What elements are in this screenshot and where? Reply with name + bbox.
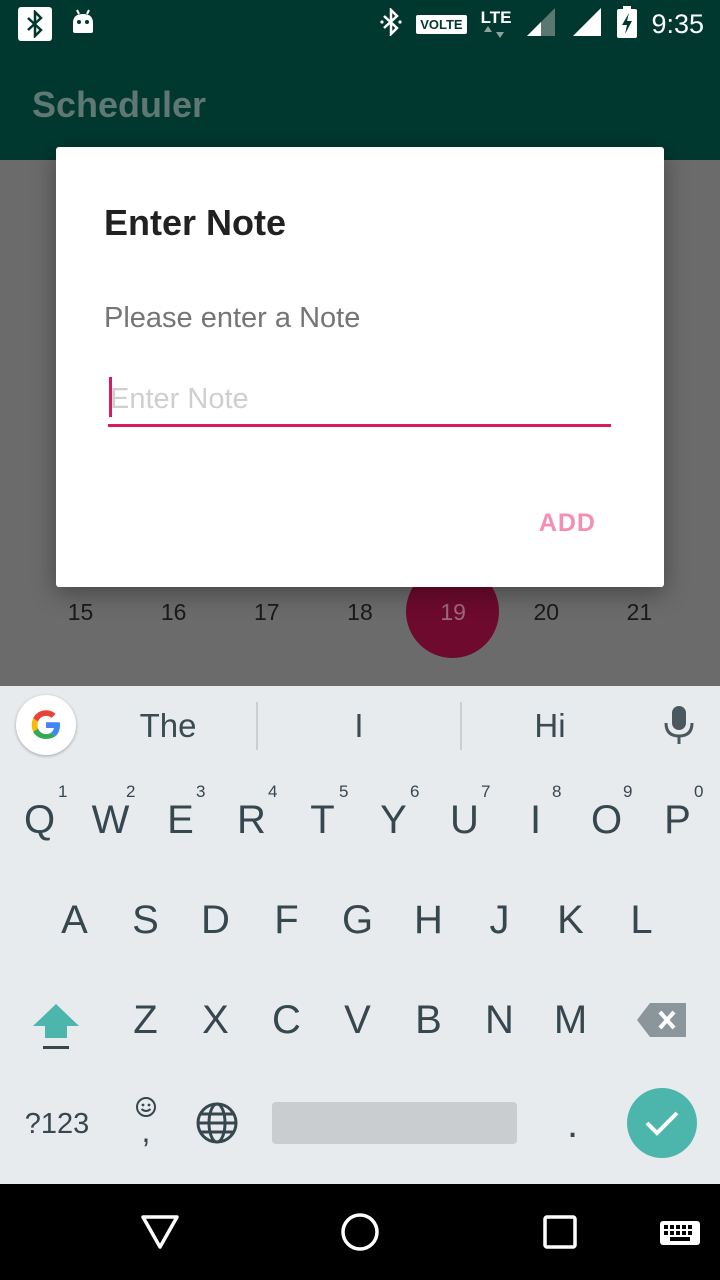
- suggestion-item[interactable]: I: [258, 686, 460, 766]
- key-v[interactable]: V: [322, 980, 393, 1060]
- bluetooth-icon: [380, 6, 402, 40]
- note-input[interactable]: [108, 375, 611, 427]
- enter-note-dialog: Enter Note Please enter a Note ADD: [56, 147, 664, 587]
- emoji-comma-key[interactable]: ,: [126, 1096, 166, 1156]
- key-hint: 4: [268, 782, 278, 801]
- keyboard: Q W E R T Y U I O P 1 2 3 4 5 6 7 8 9 0 …: [0, 766, 720, 1184]
- android-icon: [70, 9, 96, 39]
- period-key[interactable]: .: [537, 1084, 608, 1164]
- key-j[interactable]: J: [464, 880, 535, 960]
- home-icon[interactable]: [340, 1212, 380, 1256]
- backspace-icon[interactable]: [626, 980, 697, 1060]
- bluetooth-icon: [18, 7, 52, 41]
- key-b[interactable]: B: [393, 980, 464, 1060]
- check-icon: [645, 1111, 679, 1136]
- signal-icon: [571, 6, 603, 42]
- key-h[interactable]: H: [393, 880, 464, 960]
- text-cursor: [109, 377, 112, 417]
- shift-key[interactable]: [20, 980, 91, 1060]
- navigation-bar: [0, 1184, 720, 1280]
- clock: 9:35: [651, 8, 704, 39]
- key-a[interactable]: A: [39, 880, 110, 960]
- calendar-day[interactable]: 21: [593, 597, 686, 627]
- calendar-day[interactable]: 17: [220, 597, 313, 627]
- key-hint: 2: [126, 782, 136, 801]
- suggestion-item[interactable]: The: [80, 686, 256, 766]
- dialog-message: Please enter a Note: [104, 302, 361, 334]
- key-m[interactable]: M: [535, 980, 606, 1060]
- key-n[interactable]: N: [464, 980, 535, 1060]
- key-k[interactable]: K: [535, 880, 606, 960]
- microphone-icon[interactable]: [662, 704, 696, 750]
- globe-icon[interactable]: [195, 1101, 239, 1149]
- keyboard-switch-icon[interactable]: [659, 1220, 701, 1250]
- key-hint: 8: [552, 782, 562, 801]
- key-x[interactable]: X: [180, 980, 251, 1060]
- signal-icon: [525, 6, 557, 42]
- space-bar[interactable]: [272, 1102, 517, 1144]
- app-title: Scheduler: [32, 84, 207, 125]
- enter-button[interactable]: [627, 1088, 697, 1158]
- key-c[interactable]: C: [251, 980, 322, 1060]
- key-z[interactable]: Z: [110, 980, 181, 1060]
- battery-charging-icon: [617, 6, 638, 42]
- key-d[interactable]: D: [180, 880, 251, 960]
- calendar-day[interactable]: 15: [34, 597, 127, 627]
- suggestion-strip: The I Hi: [0, 686, 720, 766]
- calendar-day[interactable]: 16: [127, 597, 220, 627]
- app-bar: Scheduler: [0, 48, 720, 160]
- volte-badge: VOLTE: [416, 14, 467, 34]
- lte-indicator: LTE: [481, 9, 511, 38]
- symbols-key[interactable]: ?123: [18, 1084, 96, 1164]
- back-icon[interactable]: [140, 1214, 180, 1254]
- status-bar: VOLTE LTE 9:35: [0, 0, 720, 48]
- add-button[interactable]: ADD: [539, 509, 596, 538]
- key-hint: 6: [410, 782, 420, 801]
- key-hint: 9: [623, 782, 633, 801]
- suggestion-item[interactable]: Hi: [462, 686, 638, 766]
- dialog-title: Enter Note: [104, 202, 287, 243]
- calendar-day[interactable]: 18: [313, 597, 406, 627]
- key-s[interactable]: S: [110, 880, 181, 960]
- comma-label: ,: [141, 1113, 151, 1149]
- calendar-day-selected[interactable]: 19: [407, 597, 500, 627]
- recents-icon[interactable]: [543, 1215, 577, 1253]
- key-hint: 1: [58, 782, 68, 801]
- google-icon[interactable]: [16, 695, 76, 755]
- key-hint: 5: [339, 782, 349, 801]
- key-f[interactable]: F: [251, 880, 322, 960]
- key-g[interactable]: G: [322, 880, 393, 960]
- calendar-day[interactable]: 20: [500, 597, 593, 627]
- key-hint: 7: [481, 782, 491, 801]
- key-hint: 3: [196, 782, 206, 801]
- key-l[interactable]: L: [606, 880, 677, 960]
- calendar-week-row: 15 16 17 18 19 20 21: [34, 597, 686, 627]
- key-hint: 0: [694, 782, 704, 801]
